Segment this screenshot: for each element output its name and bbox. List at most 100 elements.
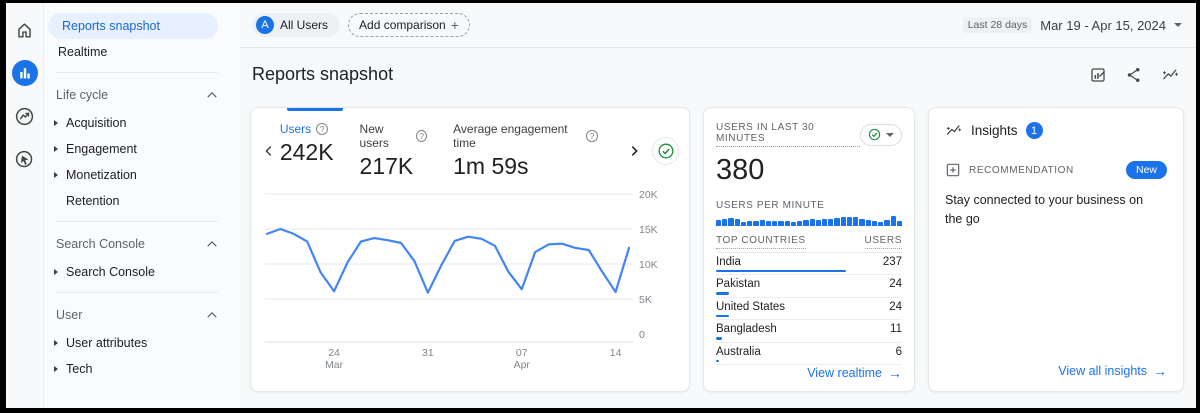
- date-preset-badge: Last 28 days: [963, 17, 1033, 33]
- minute-bar: [872, 221, 877, 225]
- sidebar-divider: [56, 72, 218, 73]
- svg-text:Mar: Mar: [325, 359, 344, 371]
- metric-value: 242K: [280, 139, 334, 166]
- country-bar: [716, 292, 729, 295]
- sidebar-item-label: Realtime: [58, 45, 107, 59]
- realtime-metric-label: USERS IN LAST 30 MINUTES: [716, 122, 860, 147]
- country-bar: [716, 337, 722, 340]
- check-circle-icon: [867, 127, 882, 142]
- page-header: Reports snapshot: [240, 48, 1196, 85]
- main-area: A All Users Add comparison + Last 28 day…: [240, 3, 1196, 408]
- minute-bar: [853, 217, 858, 225]
- metric-tab-users[interactable]: Users? 242K: [280, 122, 334, 180]
- customize-report-icon[interactable]: [1089, 66, 1107, 84]
- svg-text:14: 14: [610, 347, 622, 359]
- country-row: India237: [716, 253, 902, 276]
- explore-icon[interactable]: [12, 103, 38, 129]
- new-badge: New: [1126, 161, 1167, 179]
- recommendation-label: RECOMMENDATION: [969, 165, 1074, 176]
- minute-bar: [728, 218, 733, 225]
- advertising-icon[interactable]: [12, 146, 38, 172]
- chevron-down-icon: [886, 133, 894, 137]
- data-quality-icon[interactable]: [652, 137, 679, 165]
- sidebar-section-life-cycle[interactable]: Life cycle: [44, 80, 240, 110]
- svg-text:24: 24: [328, 347, 340, 359]
- help-icon[interactable]: ?: [316, 123, 328, 135]
- view-all-insights-link[interactable]: View all insights →: [945, 363, 1167, 379]
- minute-bar: [716, 220, 721, 226]
- add-comparison-button[interactable]: Add comparison +: [348, 13, 470, 37]
- caret-right-icon: [54, 146, 58, 152]
- insight-message[interactable]: Stay connected to your business on the g…: [945, 191, 1160, 230]
- sidebar-item-search-console[interactable]: Search Console: [44, 259, 240, 285]
- minute-bar: [722, 219, 727, 226]
- top-countries-header: TOP COUNTRIES: [716, 235, 806, 249]
- sidebar-section-user[interactable]: User: [44, 300, 240, 330]
- country-bar: [716, 315, 729, 318]
- active-metric-indicator: [287, 108, 343, 111]
- sidebar-item-retention[interactable]: Retention: [44, 188, 240, 214]
- sidebar-item-tech[interactable]: Tech: [44, 356, 240, 382]
- svg-text:10K: 10K: [639, 259, 658, 271]
- insights-title: Insights: [971, 123, 1018, 138]
- overview-card: Users? 242K New users?217K Average engageme…: [250, 107, 690, 392]
- minute-bar: [741, 222, 746, 226]
- sidebar-item-reports-snapshot[interactable]: Reports snapshot: [48, 13, 218, 39]
- realtime-status-button[interactable]: [860, 124, 902, 146]
- view-realtime-label: View realtime: [807, 366, 882, 380]
- minute-bar: [884, 220, 889, 225]
- sidebar-item-acquisition[interactable]: Acquisition: [44, 110, 240, 136]
- metric-label: Average engagement time: [453, 122, 581, 150]
- share-icon[interactable]: [1125, 66, 1143, 84]
- all-users-chip[interactable]: A All Users: [252, 13, 340, 37]
- users-col-header: USERS: [865, 235, 902, 249]
- svg-text:Apr: Apr: [514, 359, 531, 371]
- sidebar-item-realtime[interactable]: Realtime: [44, 39, 240, 65]
- sidebar-section-search-console[interactable]: Search Console: [44, 229, 240, 259]
- country-bar: [716, 270, 846, 273]
- svg-text:31: 31: [422, 347, 434, 359]
- chevron-right-icon[interactable]: [624, 144, 645, 158]
- minute-bar: [822, 219, 827, 226]
- metric-label: New users: [360, 122, 411, 150]
- country-row: Bangladesh11: [716, 320, 902, 343]
- metric-label: Users: [280, 122, 311, 136]
- sidebar-item-label: Search Console: [66, 265, 155, 279]
- minute-bar: [766, 221, 771, 226]
- metric-tab-new-users[interactable]: New users?217K: [360, 122, 428, 180]
- minute-bar: [897, 221, 902, 226]
- country-name: United States: [716, 301, 785, 313]
- date-range-picker[interactable]: Last 28 days Mar 19 - Apr 15, 2024: [963, 17, 1182, 33]
- sidebar-item-engagement[interactable]: Engagement: [44, 136, 240, 162]
- reports-icon[interactable]: [12, 60, 38, 86]
- view-realtime-link[interactable]: View realtime →: [716, 365, 902, 381]
- users-line-chart: 20K15K10K5K024Mar3107Apr14: [251, 180, 689, 374]
- report-nav-sidebar: Reports snapshot Realtime Life cycleAcquis…: [44, 3, 240, 408]
- sidebar-item-monetization[interactable]: Monetization: [44, 162, 240, 188]
- sidebar-item-label: Engagement: [66, 142, 137, 156]
- metric-tab-average-engagement-time[interactable]: Average engagement time?1m 59s: [453, 122, 597, 180]
- minute-bar: [816, 220, 821, 226]
- users-per-minute-chart: [716, 216, 902, 226]
- sidebar-item-label: Retention: [66, 194, 120, 208]
- help-icon[interactable]: ?: [416, 130, 427, 142]
- help-icon[interactable]: ?: [586, 130, 597, 142]
- country-users: 237: [883, 256, 902, 268]
- sidebar-item-label: User attributes: [66, 336, 147, 350]
- minute-bar: [753, 221, 758, 225]
- audience-avatar: A: [256, 16, 274, 34]
- insights-count-badge: 1: [1026, 122, 1043, 139]
- minute-bar: [747, 221, 752, 226]
- minute-bar: [834, 218, 839, 226]
- chevron-up-icon: [206, 91, 218, 99]
- minute-bar: [891, 216, 896, 225]
- minute-bar: [828, 219, 833, 225]
- realtime-users-value: 380: [716, 154, 902, 187]
- minute-bar: [810, 219, 815, 225]
- country-row: Pakistan24: [716, 275, 902, 298]
- chevron-left-icon[interactable]: [259, 144, 280, 158]
- insights-icon[interactable]: [1161, 66, 1180, 84]
- sidebar-item-user-attributes[interactable]: User attributes: [44, 330, 240, 356]
- home-icon[interactable]: [12, 17, 38, 43]
- chevron-up-icon: [206, 240, 218, 248]
